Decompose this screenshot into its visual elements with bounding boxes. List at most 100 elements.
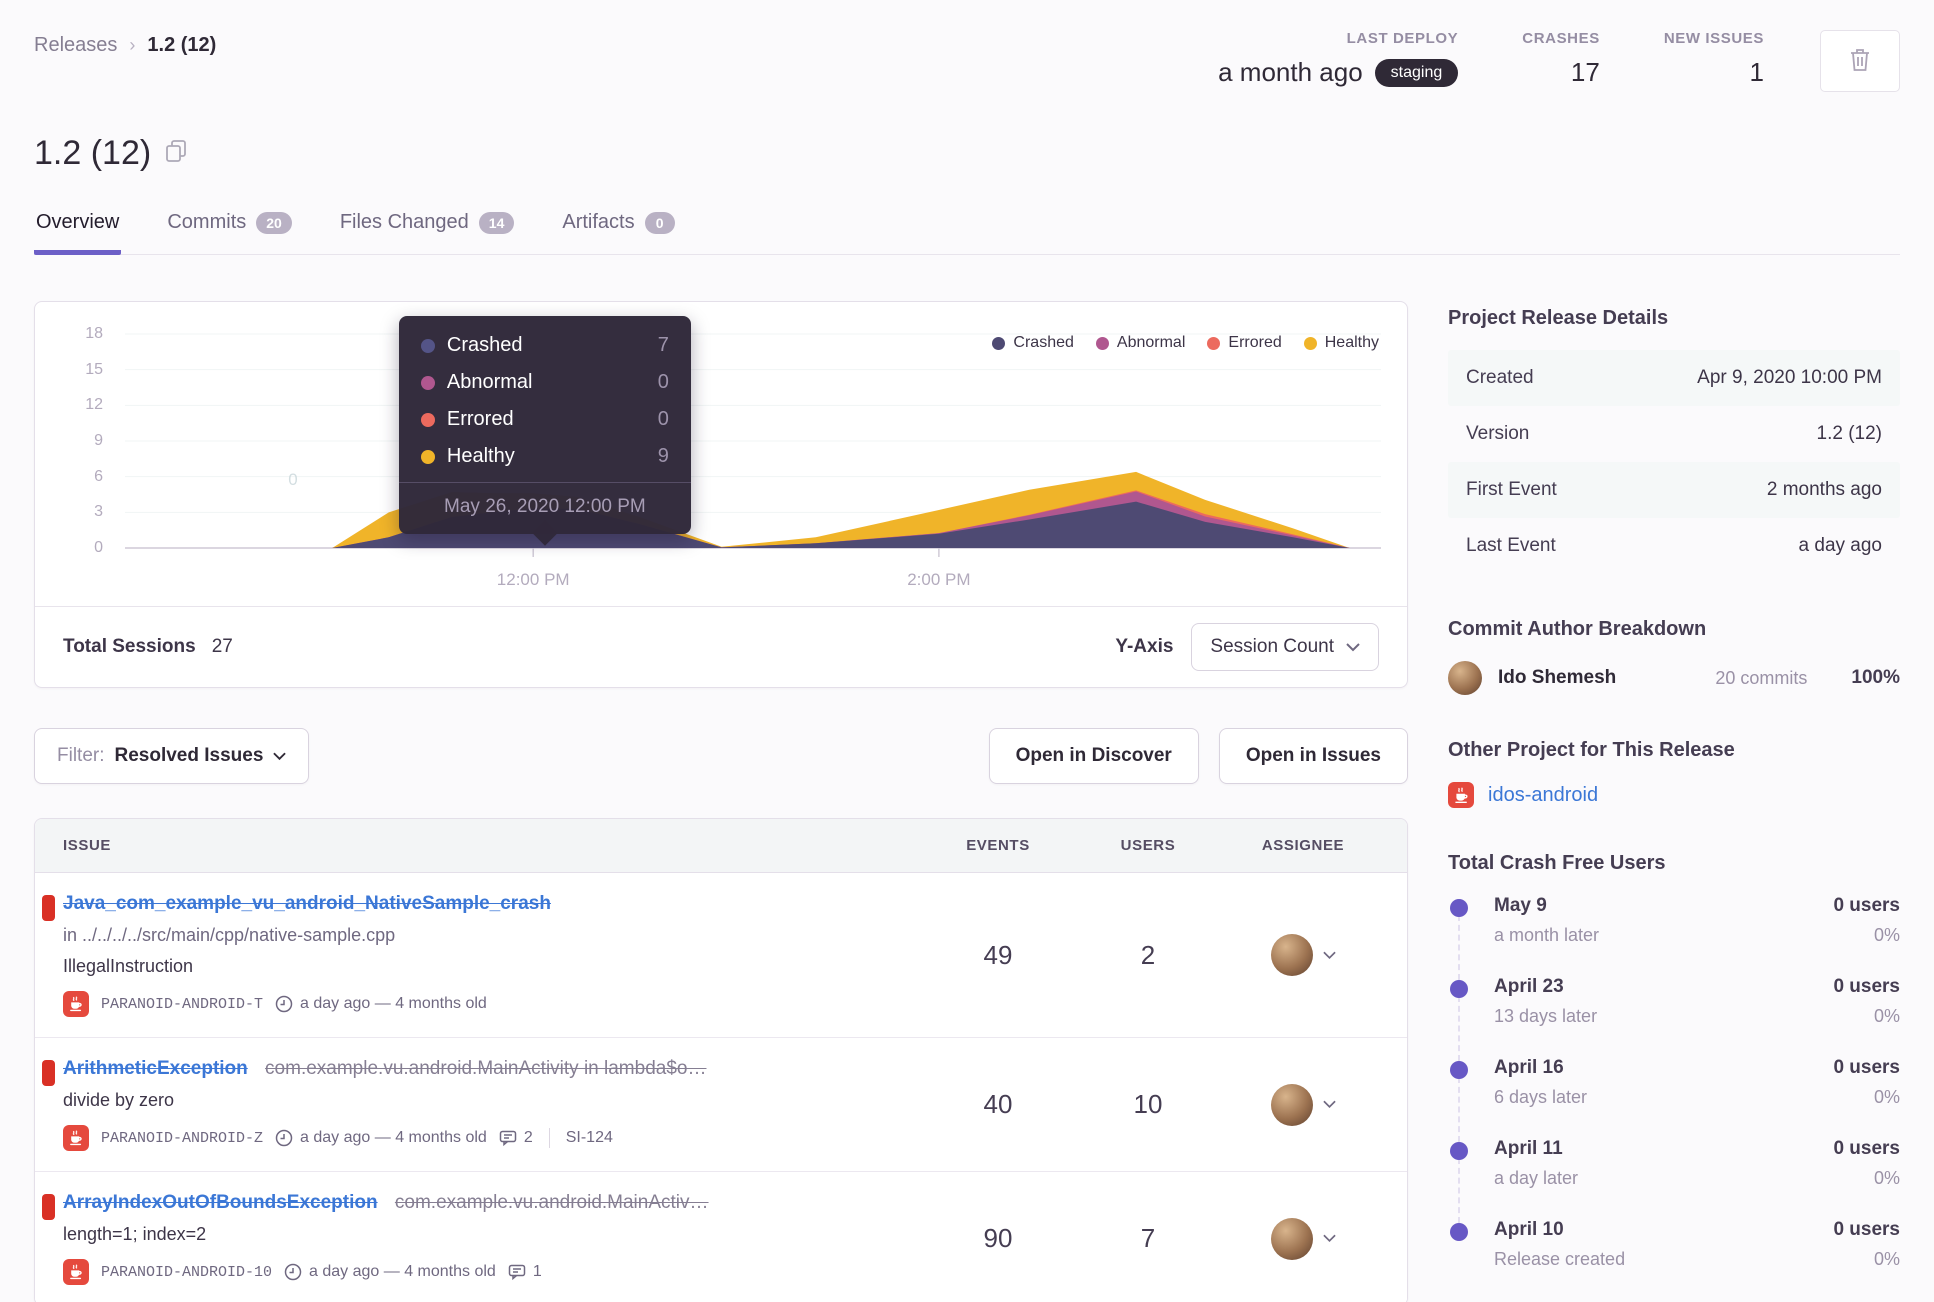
tab-files-changed[interactable]: Files Changed 14 — [338, 205, 517, 255]
chevron-down-icon — [1346, 636, 1360, 658]
legend-item[interactable]: Errored — [1207, 334, 1282, 352]
stat-label: NEW ISSUES — [1663, 30, 1764, 47]
breadcrumb-releases-link[interactable]: Releases — [34, 34, 117, 57]
issue-title-link[interactable]: ArrayIndexOutOfBoundsException — [63, 1192, 378, 1213]
header-stat: LAST DEPLOY a month ago staging — [1218, 30, 1459, 88]
sessions-chart-panel: Crashed Abnormal Errored Healthy 18 15 12 9… — [34, 301, 1408, 688]
tab-artifacts[interactable]: Artifacts 0 — [560, 205, 676, 255]
chart-legend: Crashed Abnormal Errored Healthy — [992, 334, 1379, 352]
delete-release-button[interactable] — [1820, 30, 1900, 92]
comments-icon — [499, 1130, 517, 1147]
tooltip-dot-icon — [420, 449, 435, 464]
issue-row[interactable]: ArithmeticException com.example.vu.andro… — [35, 1038, 1407, 1172]
timeline-dot-icon — [1450, 980, 1468, 998]
tab-commits[interactable]: Commits 20 — [165, 205, 293, 255]
release-detail-row: Created Apr 9, 2020 10:00 PM — [1448, 350, 1900, 406]
issue-comments: 1 — [508, 1263, 542, 1281]
stacked-area-chart[interactable] — [125, 332, 1381, 562]
chart-area: Crashed Abnormal Errored Healthy 18 15 12 9… — [35, 302, 1407, 604]
tooltip-row: Errored 0 — [420, 408, 669, 431]
yaxis-select[interactable]: Session Count — [1191, 623, 1379, 671]
tooltip-series-label: Errored — [446, 408, 514, 430]
issue-age: a day ago — 4 months old — [284, 1263, 496, 1281]
detail-label: Version — [1466, 423, 1530, 444]
stat-label: LAST DEPLOY — [1346, 30, 1459, 47]
timeline-percent: 0% — [1873, 925, 1900, 945]
chevron-down-icon[interactable] — [1322, 1234, 1336, 1243]
filter-value: Resolved Issues — [114, 745, 264, 766]
y-tick-label: 15 — [85, 360, 103, 378]
unresolved-marker — [42, 895, 55, 921]
tab-bar: Overview Commits 20 Files Changed 14 Art… — [34, 205, 1900, 255]
tooltip-row: Crashed 7 — [420, 334, 669, 357]
issue-assignee — [1223, 1192, 1383, 1285]
issue-message: IllegalInstruction — [63, 956, 194, 976]
java-platform-icon — [63, 1259, 89, 1285]
other-project-link[interactable]: idos-android — [1488, 784, 1598, 807]
open-in-discover-button[interactable]: Open in Discover — [988, 728, 1199, 784]
commit-authors-section: Commit Author Breakdown Ido Shemesh 20 c… — [1448, 618, 1900, 695]
y-tick-label: 3 — [94, 503, 103, 521]
legend-item[interactable]: Healthy — [1303, 334, 1379, 352]
assignee-avatar[interactable] — [1270, 934, 1313, 976]
issue-message: length=1; index=2 — [63, 1224, 207, 1244]
assignee-avatar[interactable] — [1270, 1217, 1313, 1260]
yaxis-label: Y-Axis — [1115, 636, 1174, 657]
chart-footer: Total Sessions 27 Y-Axis Session Count — [35, 606, 1407, 687]
issue-title-link[interactable]: ArithmeticException — [63, 1058, 248, 1079]
issues-filter-select[interactable]: Filter: Resolved Issues — [34, 728, 310, 784]
tooltip-dot-icon — [420, 375, 435, 390]
legend-dot-icon — [1095, 336, 1109, 350]
chart-plot[interactable]: 18 15 12 9 6 3 0 12:00 PM 2:00 PM 0 — [85, 325, 1381, 604]
issues-table: ISSUE EVENTS USERS ASSIGNEE Java_com_exa… — [34, 818, 1408, 1302]
issue-row[interactable]: Java_com_example_vu_android_NativeSample… — [35, 873, 1407, 1038]
assignee-avatar[interactable] — [1270, 1083, 1313, 1126]
issue-title-link[interactable]: Java_com_example_vu_android_NativeSample… — [63, 893, 551, 914]
issue-row[interactable]: ArrayIndexOutOfBoundsException com.examp… — [35, 1172, 1407, 1302]
commit-author-row: Ido Shemesh 20 commits 100% — [1448, 661, 1900, 695]
tooltip-series-label: Healthy — [446, 445, 515, 467]
legend-item[interactable]: Abnormal — [1095, 334, 1185, 352]
stat-value: 17 — [1570, 57, 1600, 87]
comments-count: 1 — [532, 1263, 542, 1280]
legend-dot-icon — [1303, 336, 1317, 350]
issue-culprit-suffix: com.example.vu.android.MainActiv… — [394, 1192, 709, 1213]
chevron-down-icon[interactable] — [1322, 951, 1336, 960]
crash-free-timeline: May 9 a month later 0 users 0% April 23 … — [1448, 895, 1900, 1300]
legend-item[interactable]: Crashed — [992, 334, 1074, 352]
column-assignee: ASSIGNEE — [1261, 837, 1345, 854]
column-users: USERS — [1120, 837, 1176, 854]
commit-authors-list: Ido Shemesh 20 commits 100% — [1448, 661, 1900, 695]
issue-events-count: 49 — [983, 939, 1013, 970]
stat-value: a month ago — [1218, 57, 1363, 87]
timeline-caption: Release created — [1494, 1249, 1626, 1269]
legend-label: Healthy — [1324, 334, 1379, 351]
tab-label: Artifacts — [562, 211, 635, 233]
release-page: Releases › 1.2 (12) LAST DEPLOY a month … — [0, 0, 1934, 1302]
issue-main: ArrayIndexOutOfBoundsException com.examp… — [63, 1192, 923, 1285]
timeline-caption: 13 days later — [1494, 1006, 1598, 1026]
issue-users-count: 2 — [1140, 939, 1156, 970]
tooltip-series-label: Crashed — [446, 334, 523, 356]
timeline-caption: a day later — [1494, 1168, 1579, 1188]
legend-label: Errored — [1228, 334, 1282, 351]
open-in-issues-button[interactable]: Open in Issues — [1218, 728, 1408, 784]
y-tick-label: 0 — [94, 539, 103, 556]
issue-main: ArithmeticException com.example.vu.andro… — [63, 1058, 923, 1151]
author-commit-count: 20 commits — [1715, 667, 1808, 688]
author-name: Ido Shemesh — [1498, 667, 1617, 688]
release-details-title: Project Release Details — [1448, 307, 1669, 329]
chevron-down-icon[interactable] — [1322, 1100, 1336, 1109]
column-events: EVENTS — [966, 837, 1030, 854]
release-detail-row: Version 1.2 (12) — [1448, 406, 1900, 462]
tab-overview[interactable]: Overview — [34, 205, 122, 255]
copy-icon[interactable] — [165, 139, 187, 168]
release-details-table: Created Apr 9, 2020 10:00 PM Version 1.2… — [1448, 350, 1900, 574]
timeline-dot-icon — [1450, 1223, 1468, 1241]
breadcrumb-current: 1.2 (12) — [147, 34, 217, 56]
issue-users-count: 10 — [1133, 1089, 1163, 1119]
detail-label: First Event — [1466, 479, 1557, 500]
clock-icon — [275, 1129, 293, 1147]
chart-tooltip: Crashed 7 Abnormal 0 Errored 0 Healthy 9… — [398, 316, 691, 534]
timeline-caption: a month later — [1494, 925, 1600, 945]
